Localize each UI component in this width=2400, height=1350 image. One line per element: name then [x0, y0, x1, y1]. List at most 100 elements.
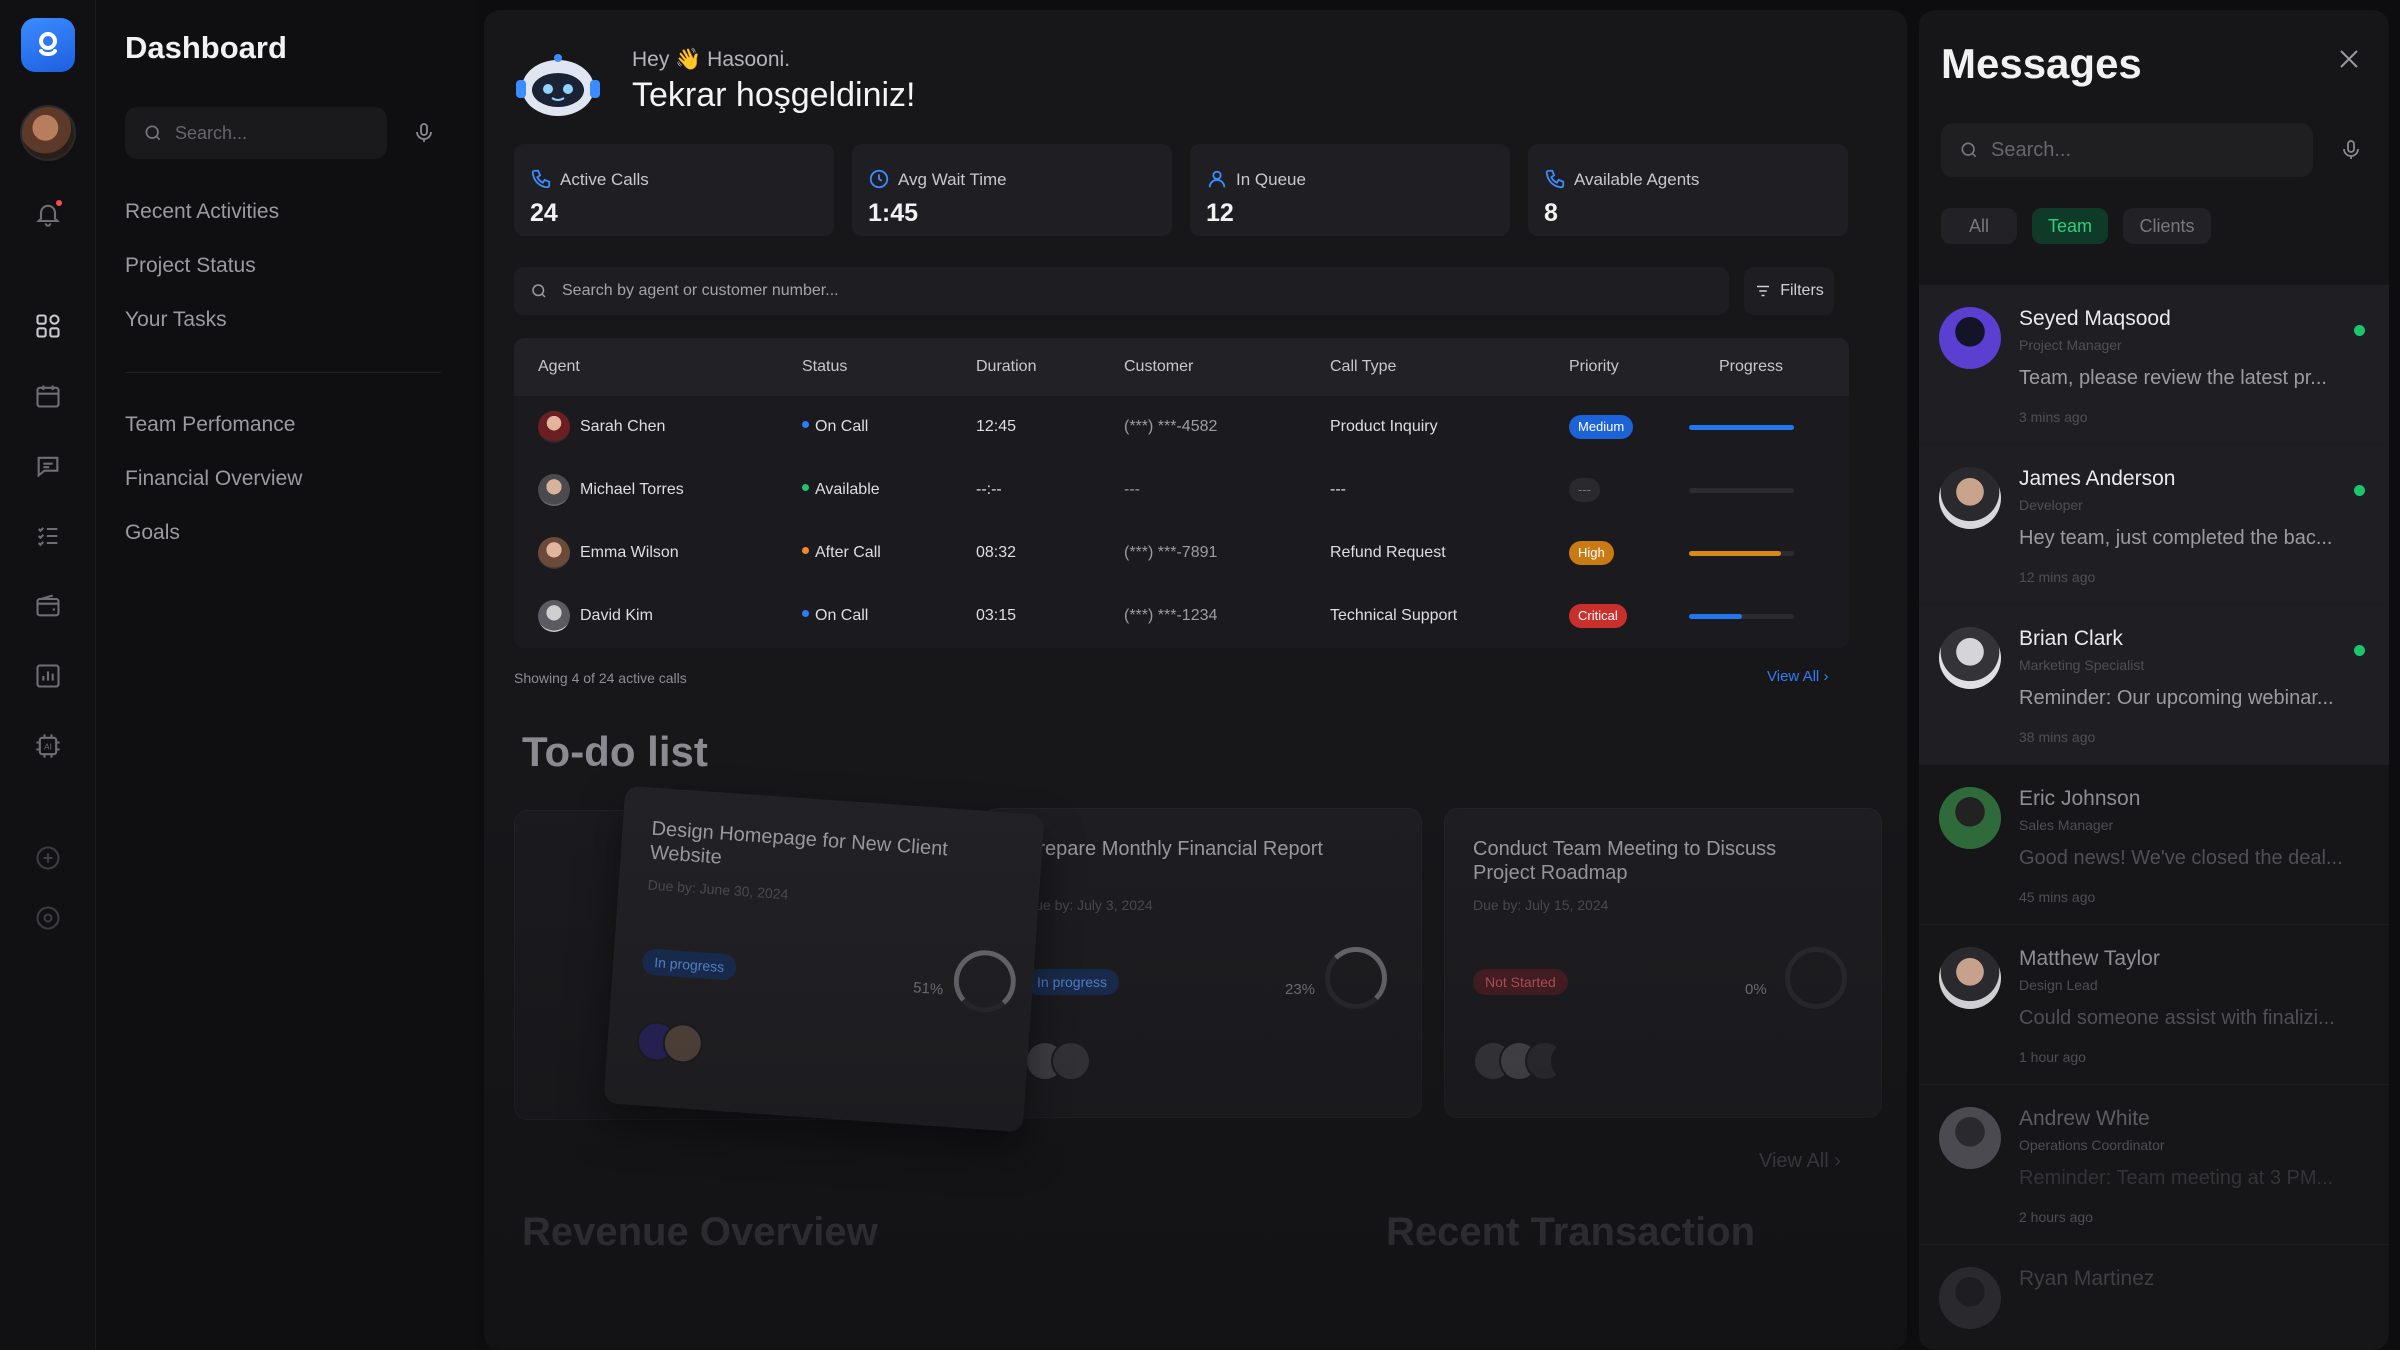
message-item[interactable]: Eric Johnson Sales Manager Good news! We'v… — [1919, 765, 2389, 925]
stat-active-calls: Active Calls 24 — [514, 144, 834, 236]
stat-label: Avg Wait Time — [898, 170, 1007, 189]
status-dot — [802, 421, 809, 429]
sidebar-search[interactable] — [125, 107, 387, 159]
message-sender-role: Project Manager — [2019, 337, 2122, 353]
filter-chip-clients[interactable]: Clients — [2123, 208, 2211, 244]
message-sender-name: Ryan Martinez — [2019, 1267, 2155, 1290]
message-preview: Reminder: Team meeting at 3 PM... — [2019, 1167, 2334, 1189]
table-row[interactable]: Emma Wilson After Call 08:32 (***) ***-7… — [514, 522, 1849, 585]
todo-card[interactable]: Conduct Team Meeting to Discuss Project … — [1444, 808, 1882, 1118]
recent-transaction-title: Recent Transaction — [1386, 1210, 1756, 1254]
checklist-icon[interactable] — [30, 518, 66, 554]
close-icon[interactable] — [2334, 44, 2364, 74]
view-all-calls-link[interactable]: View All › — [1767, 668, 1828, 685]
sidebar-item-team-performance[interactable]: Team Perfomance — [125, 413, 295, 437]
status-text: On Call — [815, 607, 869, 624]
agent-name: Emma Wilson — [580, 544, 679, 561]
sidebar-item-recent-activities[interactable]: Recent Activities — [125, 200, 279, 224]
online-status-dot — [2354, 485, 2365, 496]
priority-badge: --- — [1569, 478, 1600, 502]
wallet-icon[interactable] — [30, 588, 66, 624]
avatar — [538, 411, 570, 443]
message-time: 1 hour ago — [2019, 1049, 2086, 1065]
messages-search-input[interactable] — [1991, 138, 2291, 162]
table-row[interactable]: David Kim On Call 03:15 (***) ***-1234 T… — [514, 585, 1849, 648]
call-type-cell: Refund Request — [1330, 544, 1446, 561]
calls-search[interactable] — [514, 267, 1729, 315]
sidebar-item-financial-overview[interactable]: Financial Overview — [125, 467, 302, 491]
column-header[interactable]: Customer — [1124, 358, 1193, 376]
customer-cell: --- — [1124, 481, 1140, 498]
column-header[interactable]: Progress — [1719, 358, 1783, 376]
status-cell: After Call — [802, 544, 881, 562]
bell-icon[interactable] — [30, 196, 66, 232]
ai-icon[interactable]: AI — [30, 728, 66, 764]
table-row[interactable]: Michael Torres Available --:-- --- --- -… — [514, 459, 1849, 522]
chat-icon[interactable] — [30, 448, 66, 484]
avatar — [1939, 467, 2001, 529]
view-all-label: View All — [1767, 668, 1820, 685]
sidebar-item-project-status[interactable]: Project Status — [125, 254, 256, 278]
settings-icon[interactable] — [30, 900, 66, 936]
message-item[interactable]: James Anderson Developer Hey team, just co… — [1919, 445, 2389, 605]
progress-bar — [1689, 488, 1794, 493]
stat-available-agents: Available Agents 8 — [1528, 144, 1848, 236]
chart-icon[interactable] — [30, 658, 66, 694]
column-header[interactable]: Duration — [976, 358, 1036, 376]
message-item[interactable]: Seyed Maqsood Project Manager Team, please… — [1919, 285, 2389, 445]
sidebar-item-goals[interactable]: Goals — [125, 521, 180, 545]
sidebar-search-input[interactable] — [175, 122, 375, 144]
call-type-cell: Technical Support — [1330, 607, 1458, 624]
avatar — [1939, 1107, 2001, 1169]
status-badge: In progress — [641, 948, 738, 981]
duration-cell: 12:45 — [976, 418, 1017, 435]
grid-icon[interactable] — [30, 308, 66, 344]
avatar — [1939, 787, 2001, 849]
message-time: 45 mins ago — [2019, 889, 2096, 905]
plus-circle-icon[interactable] — [30, 840, 66, 876]
status-cell: On Call — [802, 607, 868, 625]
avatar — [1551, 1041, 1591, 1081]
progress-ring — [1325, 947, 1387, 1009]
column-header[interactable]: Agent — [538, 358, 580, 376]
call-type-cell: Product Inquiry — [1330, 418, 1438, 435]
mic-icon[interactable] — [409, 118, 439, 148]
online-status-dot — [2354, 645, 2365, 656]
message-item[interactable]: Matthew Taylor Design Lead Could someone a… — [1919, 925, 2389, 1085]
column-header[interactable]: Status — [802, 358, 847, 376]
todo-card-due: Due by: July 15, 2024 — [1473, 897, 1609, 913]
calendar-icon[interactable] — [30, 378, 66, 414]
message-item[interactable]: Brian Clark Marketing Specialist Reminder:… — [1919, 605, 2389, 765]
phone-icon — [530, 168, 552, 190]
table-row[interactable]: Sarah Chen On Call 12:45 (***) ***-4582 … — [514, 396, 1849, 459]
message-sender-name: Seyed Maqsood — [2019, 307, 2171, 330]
message-item[interactable]: Andrew White Operations Coordinator Remind… — [1919, 1085, 2389, 1245]
user-avatar[interactable] — [20, 105, 76, 161]
message-preview: Hey team, just completed the bac... — [2019, 527, 2333, 549]
todo-card-dragging[interactable]: Design Homepage for New Client Website D… — [603, 785, 1045, 1133]
app-logo[interactable] — [21, 18, 75, 72]
column-header[interactable]: Priority — [1569, 358, 1619, 376]
filter-chip-all[interactable]: All — [1941, 208, 2017, 244]
mic-icon[interactable] — [2336, 135, 2366, 165]
todo-card[interactable]: Prepare Monthly Financial Report Due by:… — [984, 808, 1422, 1118]
duration-cell: --:-- — [976, 481, 1002, 498]
view-all-todo-link[interactable]: View All › — [1759, 1150, 1841, 1173]
message-time: 12 mins ago — [2019, 569, 2096, 585]
table-footer-count: Showing 4 of 24 active calls — [514, 670, 687, 686]
customer-cell: (***) ***-7891 — [1124, 544, 1218, 561]
avatar — [1939, 1267, 2001, 1329]
progress-ring — [1785, 947, 1847, 1009]
avatar — [538, 600, 570, 632]
column-header[interactable]: Call Type — [1330, 358, 1396, 376]
sidebar-item-your-tasks[interactable]: Your Tasks — [125, 308, 227, 332]
filters-button[interactable]: Filters — [1744, 267, 1834, 315]
logo-icon — [39, 32, 57, 56]
avatar — [1939, 947, 2001, 1009]
priority-badge: Critical — [1569, 604, 1627, 628]
message-item[interactable]: Ryan Martinez — [1919, 1245, 2389, 1350]
search-icon — [145, 125, 161, 141]
messages-search[interactable] — [1941, 123, 2313, 177]
filter-chip-team[interactable]: Team — [2032, 208, 2108, 244]
calls-search-input[interactable] — [562, 282, 1662, 300]
